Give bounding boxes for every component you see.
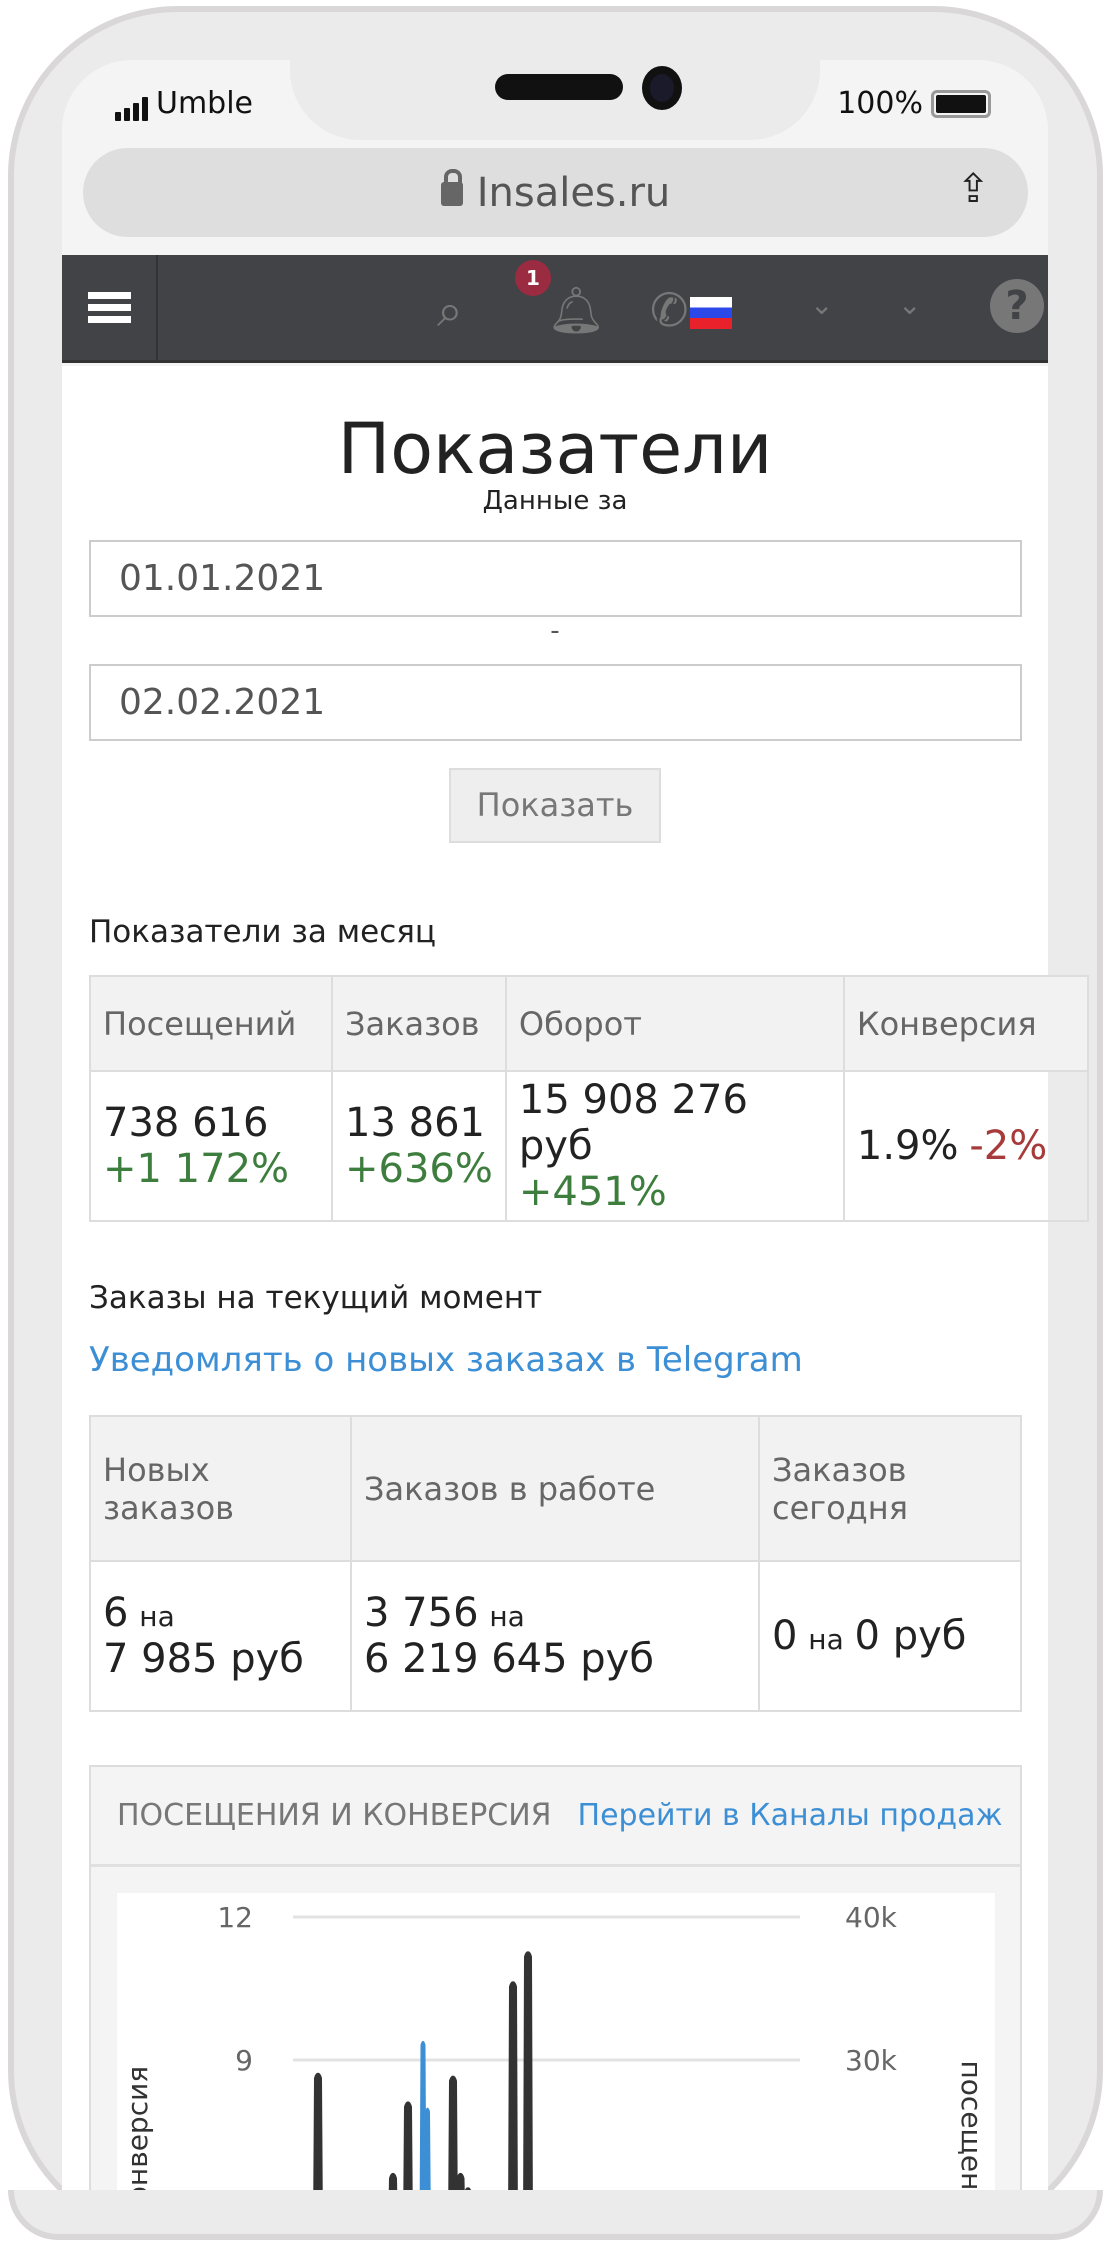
header-turnover: Оборот [504, 975, 845, 1072]
notch [290, 60, 820, 140]
notification-badge: 1 [515, 260, 551, 296]
current-orders-heading: Заказы на текущий момент [89, 1280, 543, 1316]
today-cell: 0 на 0 руб [758, 1560, 1022, 1712]
period-label: Данные за [482, 486, 628, 516]
chart-svg: 1240k930k620kконверсияпосещения [121, 1901, 988, 2235]
header-orders-today: Заказов сегодня [758, 1415, 1022, 1562]
page-title: Показатели [337, 408, 773, 490]
visits-cell: 738 616 +1 172% [89, 1070, 333, 1222]
y2-tick-label: 30k [845, 2044, 898, 2077]
y2-tick-label: 40k [845, 1901, 898, 1934]
status-left: Umble [115, 86, 253, 121]
telegram-link[interactable]: Уведомлять о новых заказах в Telegram [89, 1340, 803, 1380]
help-icon[interactable]: ? [990, 279, 1044, 333]
russia-flag-icon[interactable] [690, 297, 732, 329]
status-right: 100% [837, 86, 991, 121]
panel-title: ПОСЕЩЕНИЯ И КОНВЕРСИЯ [117, 1798, 552, 1833]
speaker [495, 74, 623, 100]
new-orders-cell: 6 на 7 985 руб [89, 1560, 352, 1712]
chevron-down-icon[interactable]: ⌄ [898, 288, 921, 321]
turnover-cell: 15 908 276 руб +451% [504, 1070, 845, 1222]
date-separator: - [550, 616, 560, 646]
header-visits: Посещений [89, 975, 333, 1072]
battery-icon [931, 89, 991, 118]
conversion-cell: 1.9% -2% [842, 1070, 1090, 1222]
carrier: Umble [156, 86, 254, 121]
header-orders-in-progress: Заказов в работе [350, 1415, 760, 1562]
y-tick-label: 9 [235, 2044, 253, 2077]
in-progress-cell: 3 756 на 6 219 645 руб [350, 1560, 760, 1712]
date-to-input[interactable]: 02.02.2021 [89, 664, 1022, 741]
chevron-down-icon[interactable]: ⌄ [810, 288, 833, 321]
header-conversion: Конверсия [842, 975, 1090, 1072]
bell-icon[interactable]: 🔔︎ [547, 283, 605, 338]
phone-bottom-bezel [8, 2190, 1103, 2240]
address-bar[interactable]: Insales.ru ⇪ [83, 148, 1028, 237]
date-from-input[interactable]: 01.01.2021 [89, 540, 1022, 617]
monthly-heading: Показатели за месяц [89, 914, 437, 950]
chart: 1240k930k620kконверсияпосещения [117, 1893, 995, 2235]
header-orders: Заказов [331, 975, 507, 1072]
menu-button[interactable] [62, 255, 158, 360]
lock-icon [440, 168, 463, 208]
sales-channels-link[interactable]: Перейти в Каналы продаж [578, 1798, 1003, 1833]
phone-icon[interactable]: ✆ [650, 283, 689, 337]
url: Insales.ru [476, 169, 671, 216]
battery-percent: 100% [837, 86, 923, 121]
visits-conversion-panel: ПОСЕЩЕНИЯ И КОНВЕРСИЯ Перейти в Каналы п… [89, 1765, 1022, 2235]
panel-header: ПОСЕЩЕНИЯ И КОНВЕРСИЯ Перейти в Каналы п… [91, 1767, 1020, 1867]
y-tick-label: 12 [217, 1901, 253, 1934]
share-icon[interactable]: ⇪ [956, 166, 990, 212]
header-new-orders: Новых заказов [89, 1415, 352, 1562]
current-orders-table: Новых заказов Заказов в работе Заказов с… [89, 1415, 1022, 1712]
monthly-table: Посещений Заказов Оборот Конверсия 738 6… [89, 975, 1090, 1222]
show-button[interactable]: Показать [449, 768, 661, 843]
camera [642, 66, 682, 110]
orders-cell: 13 861 +636% [331, 1070, 507, 1222]
signal-icon [115, 97, 148, 121]
main-content: Показатели Данные за 01.01.2021 - 02.02.… [62, 366, 1090, 2235]
search-icon[interactable]: ⌕ [437, 283, 463, 339]
